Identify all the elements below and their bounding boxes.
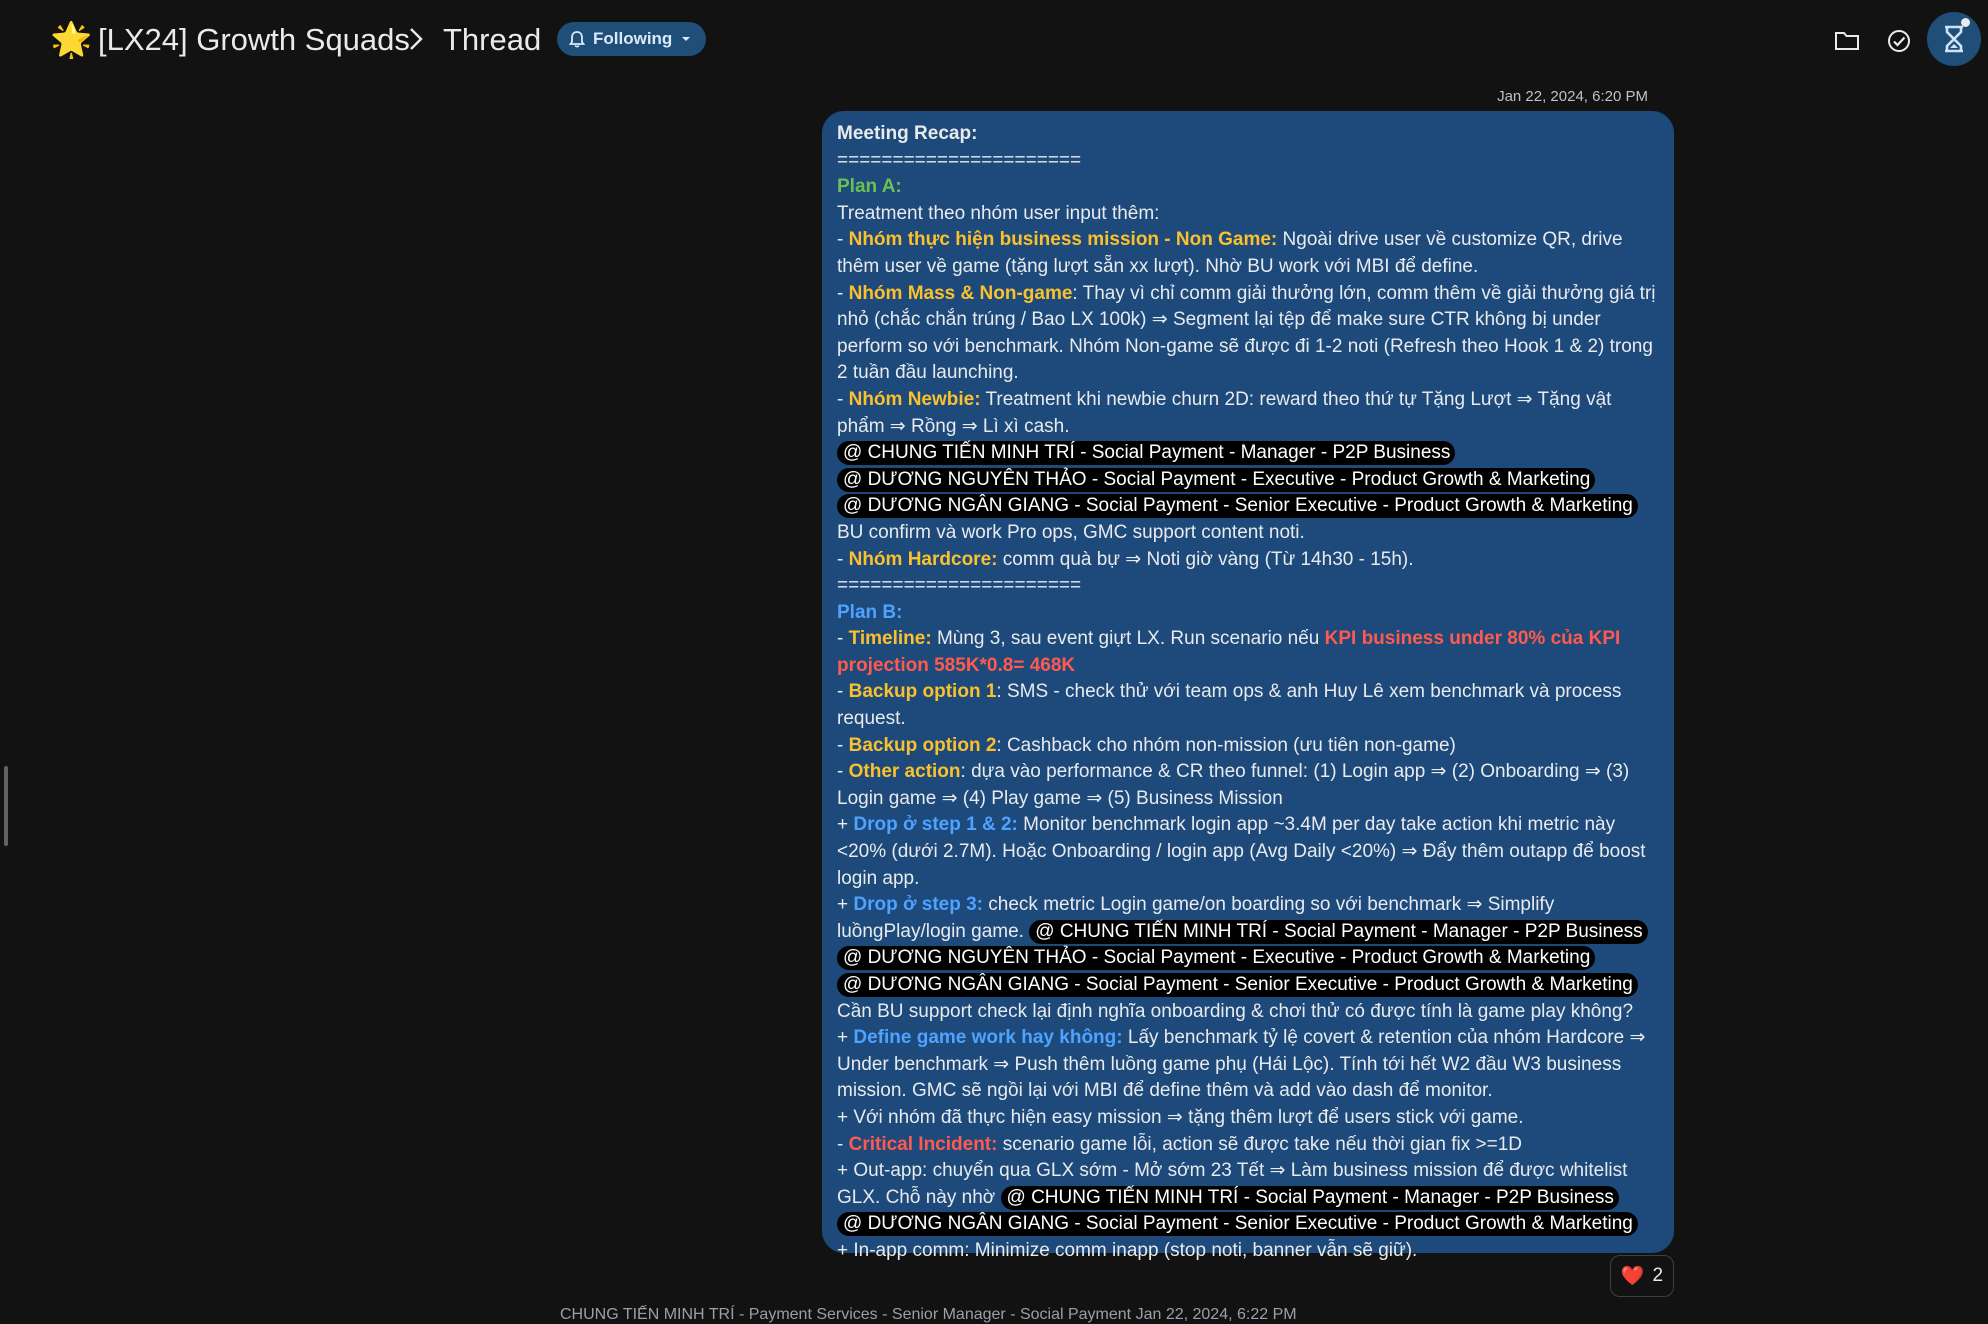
mention-chip[interactable]: @ CHUNG TIẾN MINH TRÍ - Social Payment -… (1000, 1185, 1619, 1210)
list-item: + Drop ở step 1 & 2: Monitor benchmark l… (837, 812, 1660, 892)
caret-down-icon (680, 35, 692, 43)
list-item: - Timeline: Mùng 3, sau event giựt LX. R… (837, 626, 1660, 679)
list-item: + In-app comm: Minimize comm inapp (stop… (837, 1239, 1418, 1261)
plan-b-heading: Plan B: (837, 601, 903, 623)
reaction-chip[interactable]: ❤️ 2 (1610, 1255, 1674, 1297)
mention-chip[interactable]: @ DƯƠNG NGÂN GIANG - Social Payment - Se… (837, 973, 1638, 997)
item-label: Backup option 2 (848, 734, 997, 756)
message-body: Meeting Recap: ====================== Pl… (837, 121, 1660, 1265)
list-item: - Other action: dựa vào performance & CR… (837, 759, 1660, 812)
list-item: + Define game work hay không: Lấy benchm… (837, 1025, 1660, 1105)
mention-chip[interactable]: @ DƯƠNG NGÂN GIANG - Social Payment - Se… (837, 1212, 1638, 1237)
recap-title: Meeting Recap: (837, 123, 978, 144)
group-label: Nhóm thực hiện business mission - Non Ga… (848, 229, 1278, 251)
notification-dot (1961, 18, 1970, 27)
list-item: + Với nhóm đã thực hiện easy mission ⇒ t… (837, 1106, 1524, 1128)
incident-label: Critical Incident: (848, 1133, 998, 1155)
list-item: + Out-app: chuyển qua GLX sớm - Mở sớm 2… (837, 1158, 1660, 1238)
next-message-author: CHUNG TIẾN MINH TRÍ - Payment Services -… (560, 1306, 1297, 1323)
bullet: + (837, 1027, 854, 1049)
group-label: Nhóm Newbie: (848, 388, 981, 410)
step-label: Define game work hay không: (853, 1027, 1123, 1049)
list-item: - Backup option 1: SMS - check thử với t… (837, 679, 1660, 732)
following-button[interactable]: Following (557, 22, 707, 56)
following-label: Following (593, 29, 673, 48)
bullet: - (837, 1133, 849, 1155)
group-text: comm quà bự ⇒ Noti giờ vàng (Từ 14h30 - … (997, 548, 1414, 570)
reaction-count: 2 (1652, 1265, 1664, 1286)
bullet: - (837, 734, 849, 756)
space-star-icon: 🌟 (50, 21, 93, 59)
bullet: + (837, 814, 854, 836)
mention-chip[interactable]: @ DƯƠNG NGUYÊN THẢO - Social Payment - E… (837, 946, 1596, 971)
item-text: : Cashback cho nhóm non-mission (ưu tiên… (996, 734, 1456, 756)
plan-a-heading: Plan A: (837, 176, 902, 198)
hourglass-avatar-icon[interactable] (1927, 12, 1981, 66)
item-label: Backup option 1 (848, 681, 997, 703)
bullet: - (837, 548, 849, 570)
message-timestamp: Jan 22, 2024, 6:20 PM (1497, 88, 1648, 105)
thread-title: Thread (443, 22, 542, 57)
incident-text: scenario game lỗi, action sẽ được take n… (997, 1133, 1523, 1155)
divider: ====================== (837, 575, 1082, 597)
bullet: - (837, 229, 849, 251)
folder-icon[interactable] (1830, 24, 1864, 58)
divider: ====================== (837, 149, 1082, 171)
list-item: - Nhóm Newbie: Treatment khi newbie chur… (837, 387, 1660, 547)
bullet: - (837, 681, 849, 703)
step-label: Drop ở step 3: (853, 894, 984, 916)
chevron-right-icon (408, 26, 424, 57)
check-circle-icon[interactable] (1882, 24, 1916, 58)
step-text: Cần BU support check lại định nghĩa onbo… (837, 1000, 1634, 1022)
message-bubble: Meeting Recap: ====================== Pl… (822, 111, 1674, 1261)
list-item: - Nhóm Hardcore: comm quà bự ⇒ Noti giờ … (837, 547, 1660, 574)
group-label: Nhóm Mass & Non-game (848, 282, 1073, 304)
bullet: - (837, 388, 849, 410)
list-item: - Backup option 2: Cashback cho nhóm non… (837, 733, 1660, 760)
mention-chip[interactable]: @ CHUNG TIẾN MINH TRÍ - Social Payment -… (1029, 919, 1648, 944)
mention-chip[interactable]: @ DƯƠNG NGÂN GIANG - Social Payment - Se… (837, 494, 1638, 519)
thread-header: 🌟 [LX24] Growth Squads Thread Following (0, 0, 1988, 80)
scrollbar-handle[interactable] (4, 766, 8, 846)
bullet: - (837, 761, 849, 783)
item-label: Other action (848, 761, 961, 783)
list-item: - Nhóm thực hiện business mission - Non … (837, 227, 1660, 280)
bullet: - (837, 282, 849, 304)
list-item: + Drop ở step 3: check metric Login game… (837, 892, 1660, 1025)
space-title[interactable]: [LX24] Growth Squads (98, 18, 410, 62)
mention-chip[interactable]: @ CHUNG TIẾN MINH TRÍ - Social Payment -… (837, 441, 1456, 466)
list-item: - Critical Incident: scenario game lỗi, … (837, 1132, 1660, 1159)
bullet: - (837, 628, 849, 650)
bullet: + (837, 894, 854, 916)
item-text: Mùng 3, sau event giựt LX. Run scenario … (931, 628, 1325, 650)
list-item: - Nhóm Mass & Non-game: Thay vì chỉ comm… (837, 281, 1660, 387)
group-label: Nhóm Hardcore: (848, 548, 998, 570)
group-text: BU confirm và work Pro ops, GMC support … (837, 521, 1305, 543)
plan-a-intro: Treatment theo nhóm user input thêm: (837, 202, 1160, 224)
bell-icon (569, 30, 585, 48)
heart-icon: ❤️ (1620, 1266, 1645, 1287)
item-label: Timeline: (848, 628, 932, 650)
step-label: Drop ở step 1 & 2: (853, 814, 1018, 836)
mention-chip[interactable]: @ DƯƠNG NGUYÊN THẢO - Social Payment - E… (837, 467, 1596, 492)
